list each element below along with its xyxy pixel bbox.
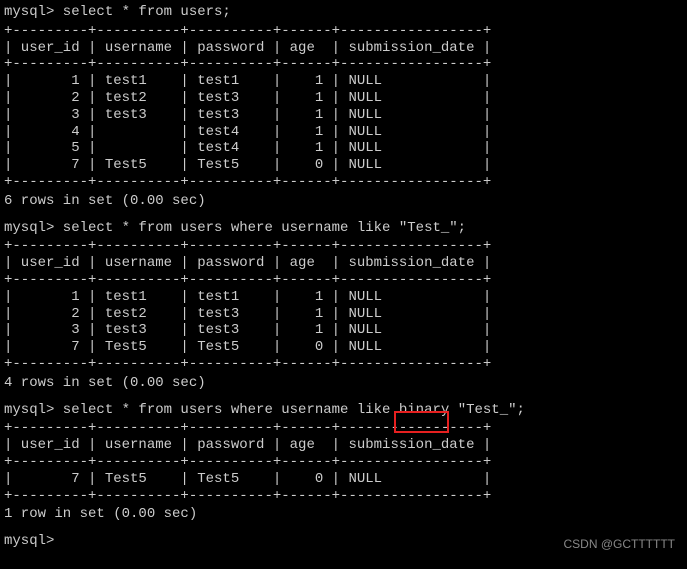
result-table-1: +---------+----------+----------+------+… xyxy=(4,23,683,191)
mysql-terminal: mysql> select * from users; +---------+--… xyxy=(4,4,683,550)
summary-3: 1 row in set (0.00 sec) xyxy=(4,506,683,523)
query-1: mysql> select * from users; xyxy=(4,4,683,21)
query-2: mysql> select * from users where usernam… xyxy=(4,220,683,237)
summary-2: 4 rows in set (0.00 sec) xyxy=(4,375,683,392)
query-3: mysql> select * from users where usernam… xyxy=(4,402,683,419)
summary-1: 6 rows in set (0.00 sec) xyxy=(4,193,683,210)
result-table-3: +---------+----------+----------+------+… xyxy=(4,420,683,504)
result-table-2: +---------+----------+----------+------+… xyxy=(4,238,683,372)
watermark: CSDN @GCTTTTTT xyxy=(564,537,676,551)
binary-keyword: binary xyxy=(399,402,449,418)
